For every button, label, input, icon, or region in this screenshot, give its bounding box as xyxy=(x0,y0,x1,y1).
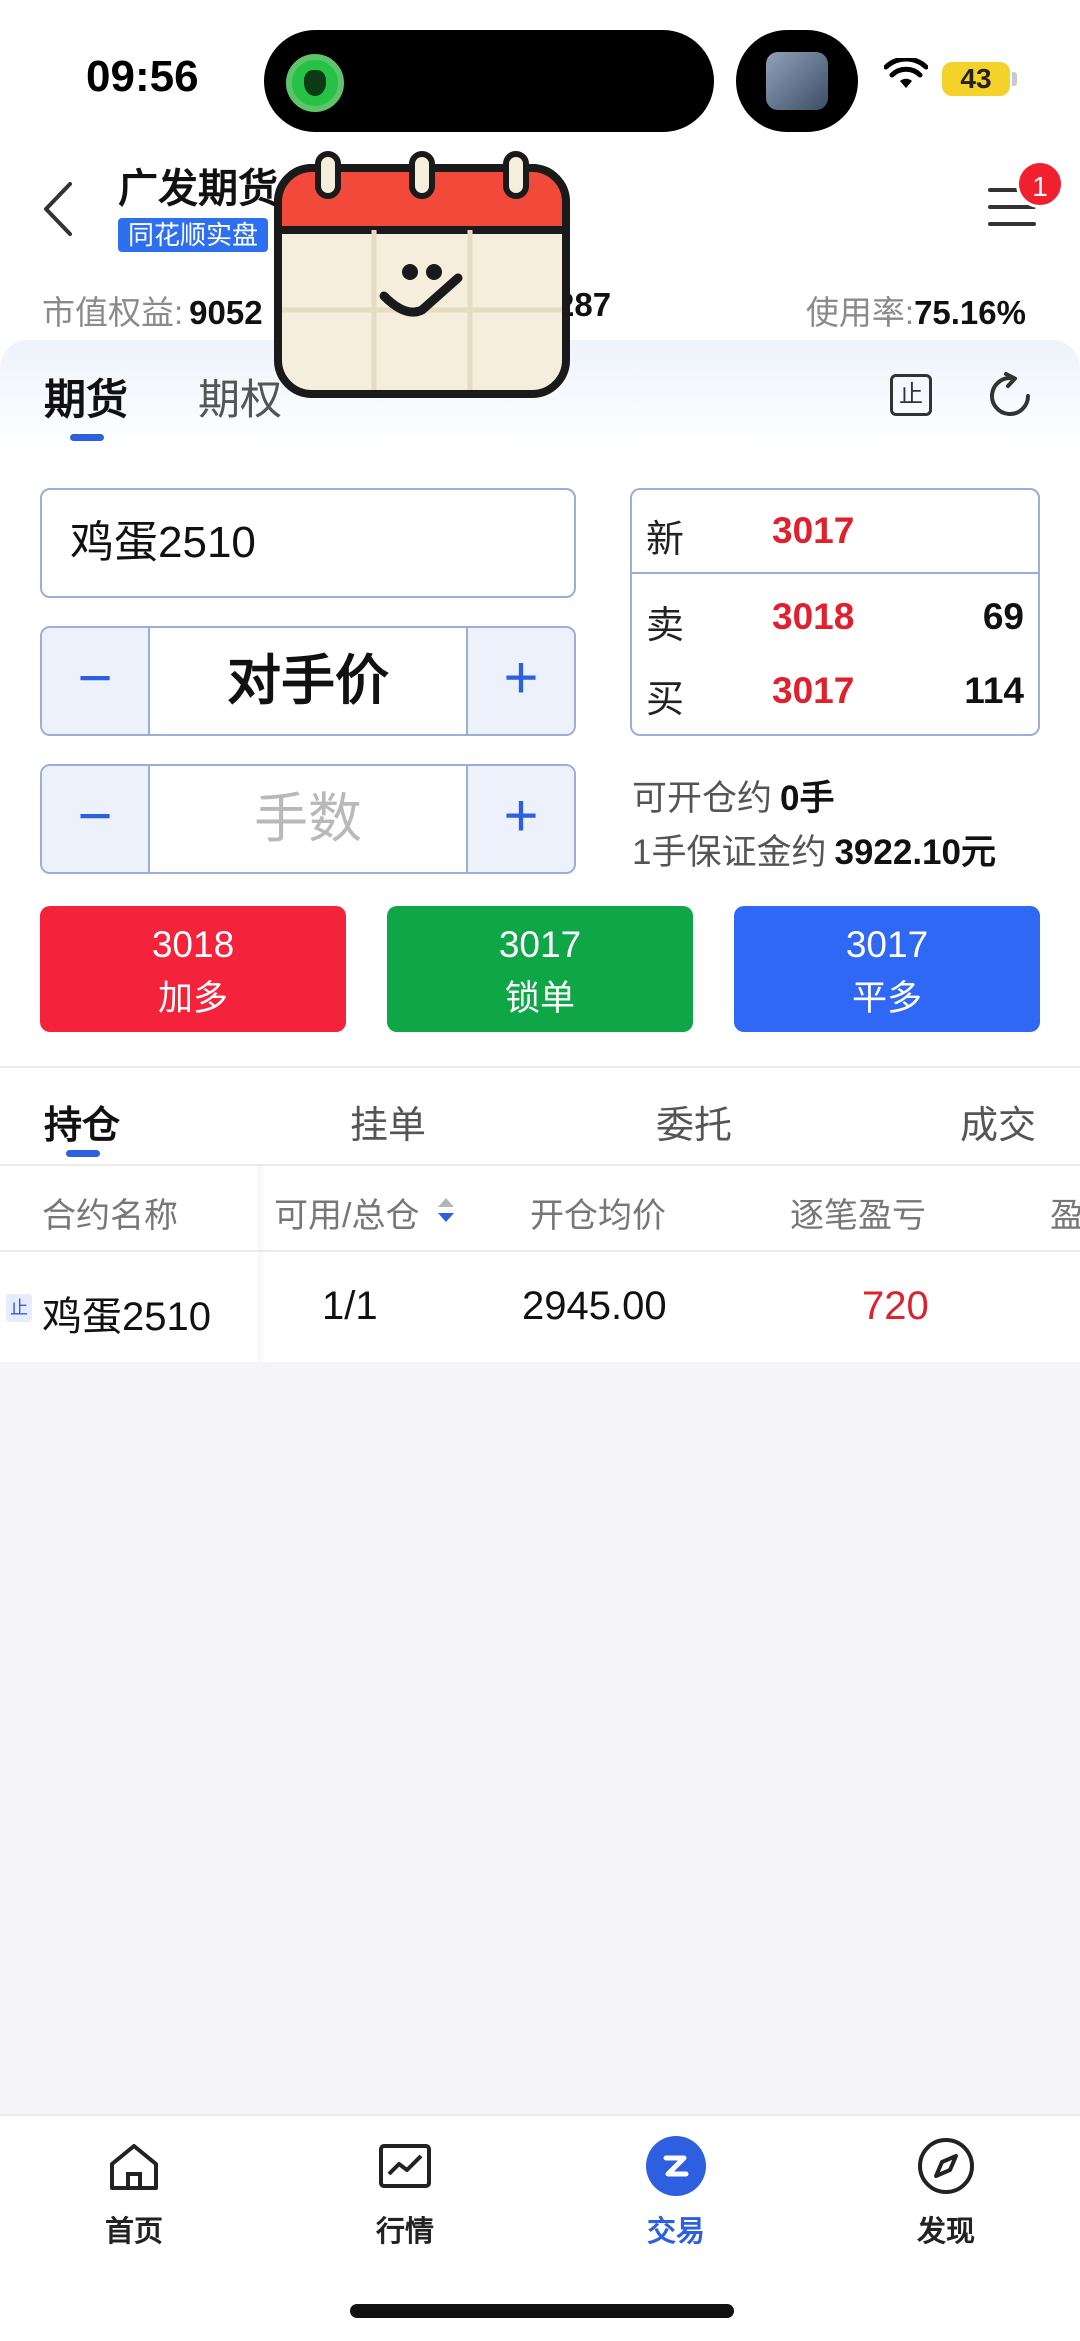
lock-label: 锁单 xyxy=(504,979,575,1018)
trade-icon xyxy=(646,2136,706,2196)
open-capacity: 可开仓约 0手 xyxy=(632,770,834,821)
usage-label: 使用率: xyxy=(805,294,915,331)
refresh-icon[interactable] xyxy=(984,370,1036,422)
quote-panel: 新 3017 卖 3018 69 买 3017 114 xyxy=(630,488,1040,736)
equity-summary: 市值权益: 9052 xyxy=(42,286,263,334)
bid-price[interactable]: 3017 xyxy=(772,670,854,712)
wifi-icon xyxy=(884,58,928,88)
empty-list-area xyxy=(0,1362,1080,2114)
nav-discover[interactable]: 发现 xyxy=(866,2134,1026,2264)
col-avg-price: 开仓均价 xyxy=(530,1197,666,1235)
back-icon[interactable] xyxy=(36,178,82,240)
calendar-sticker-icon[interactable] xyxy=(274,150,570,400)
home-indicator[interactable] xyxy=(350,2304,734,2318)
row-avg-price: 2945.00 xyxy=(522,1284,667,1328)
add-long-label: 加多 xyxy=(157,979,228,1018)
nav-market-label: 行情 xyxy=(375,2216,434,2248)
account-badge: 同花顺实盘 xyxy=(118,218,269,252)
nav-home-label: 首页 xyxy=(104,2216,163,2248)
lock-button[interactable]: 3017 锁单 xyxy=(387,906,693,1032)
row-trade-pnl: 720 xyxy=(862,1284,929,1328)
table-header-divider xyxy=(0,1164,1080,1166)
media-pill xyxy=(736,30,858,132)
margin-label: 1手保证金约 xyxy=(632,833,827,872)
frozen-column-shadow xyxy=(258,1164,266,1362)
qty-plus-button[interactable]: + xyxy=(466,766,574,872)
col-pnl-partial: 盈 xyxy=(1050,1197,1080,1235)
notification-badge: 1 xyxy=(1016,160,1064,208)
add-long-button[interactable]: 3018 加多 xyxy=(40,906,346,1032)
nav-market[interactable]: 行情 xyxy=(325,2134,485,2264)
tab-active-indicator xyxy=(70,434,104,441)
position-tab-indicator xyxy=(66,1150,100,1157)
row-available-total: 1/1 xyxy=(322,1284,378,1328)
home-icon xyxy=(110,2144,158,2190)
section-divider xyxy=(0,1066,1080,1068)
equity-label: 市值权益: xyxy=(42,294,184,331)
stop-tag: 止 xyxy=(6,1294,32,1322)
nav-trade[interactable]: 交易 xyxy=(596,2134,756,2264)
stop-order-icon[interactable]: 止 xyxy=(890,374,932,416)
price-minus-button[interactable]: − xyxy=(42,628,150,734)
chart-icon xyxy=(379,2144,431,2188)
bid-volume: 114 xyxy=(964,670,1024,711)
close-long-label: 平多 xyxy=(851,979,922,1018)
ask-label: 卖 xyxy=(646,605,685,647)
tab-orders[interactable]: 委托 xyxy=(656,1094,732,1149)
col-contract-name: 合约名称 xyxy=(42,1197,178,1235)
ask-price[interactable]: 3018 xyxy=(772,596,854,638)
equity-value: 9052 xyxy=(189,294,263,331)
dynamic-island xyxy=(264,30,714,132)
contract-input[interactable]: 鸡蛋2510 xyxy=(40,488,576,598)
lock-price: 3017 xyxy=(498,924,582,965)
close-long-button[interactable]: 3017 平多 xyxy=(734,906,1040,1032)
qty-minus-button[interactable]: − xyxy=(42,766,150,872)
tab-futures[interactable]: 期货 xyxy=(44,366,128,427)
live-activity-icon xyxy=(286,54,344,112)
row-contract-name: 鸡蛋2510 xyxy=(42,1295,211,1339)
nav-discover-label: 发现 xyxy=(916,2216,975,2248)
bid-label: 买 xyxy=(646,679,685,721)
margin-info: 1手保证金约 3922.10元 xyxy=(632,824,996,875)
last-price[interactable]: 3017 xyxy=(772,510,854,552)
battery-tip xyxy=(1012,72,1017,86)
broker-name[interactable]: 广发期货 xyxy=(118,156,278,214)
price-mode-field[interactable]: 对手价 xyxy=(152,628,464,734)
usage-rate: 使用率:75.16% xyxy=(806,286,1026,334)
col-trade-pnl: 逐笔盈亏 xyxy=(790,1197,926,1235)
tab-positions[interactable]: 持仓 xyxy=(44,1094,120,1149)
battery-level: 43 xyxy=(942,62,1010,96)
quantity-stepper: − 手数 + xyxy=(40,764,576,874)
tab-trades[interactable]: 成交 xyxy=(960,1094,1036,1149)
tab-pending[interactable]: 挂单 xyxy=(350,1094,426,1149)
quantity-input[interactable]: 手数 xyxy=(152,766,464,872)
close-long-price: 3017 xyxy=(845,924,929,965)
last-price-label: 新 xyxy=(646,519,685,561)
status-time: 09:56 xyxy=(86,52,199,101)
sort-icon[interactable] xyxy=(436,1194,456,1226)
price-plus-button[interactable]: + xyxy=(466,628,574,734)
open-value: 0手 xyxy=(780,779,835,818)
open-label: 可开仓约 xyxy=(632,779,773,818)
usage-value: 75.16% xyxy=(914,294,1026,331)
compass-icon xyxy=(918,2138,974,2194)
ask-volume: 69 xyxy=(982,596,1024,637)
price-stepper: − 对手价 + xyxy=(40,626,576,736)
tab-options[interactable]: 期权 xyxy=(198,366,282,427)
media-thumbnail xyxy=(766,52,828,110)
nav-trade-label: 交易 xyxy=(646,2216,705,2248)
col-available-total[interactable]: 可用/总仓 xyxy=(274,1188,419,1237)
add-long-price: 3018 xyxy=(151,924,235,965)
margin-value: 3922.10元 xyxy=(834,833,996,872)
status-bar: 09:56 43 xyxy=(0,0,1080,140)
nav-home[interactable]: 首页 xyxy=(54,2134,214,2264)
quote-divider xyxy=(632,572,1038,574)
